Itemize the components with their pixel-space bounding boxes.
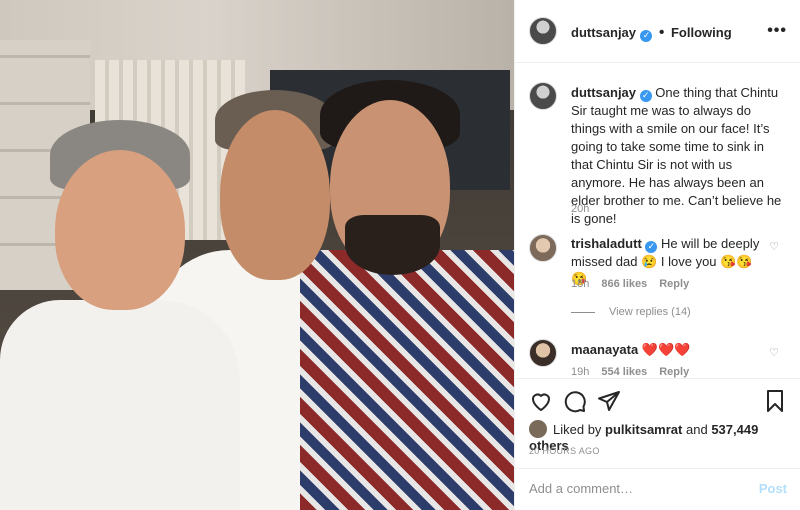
author-avatar[interactable] — [529, 17, 557, 45]
post-timestamp[interactable]: 20 HOURS AGO — [529, 446, 600, 456]
comment-like-heart-icon[interactable]: ♡ — [769, 346, 779, 359]
photo-person-right-shirt — [300, 250, 514, 510]
post-photo[interactable] — [0, 0, 514, 510]
photo-person-left-face — [55, 150, 185, 310]
photo-person-right-beard — [345, 215, 440, 275]
liker-username[interactable]: pulkitsamrat — [605, 422, 682, 437]
save-bookmark-icon[interactable] — [763, 389, 787, 413]
caption-text: One thing that Chintu Sir taught me was … — [571, 85, 782, 226]
comment-text: ❤️❤️❤️ — [641, 342, 691, 357]
add-comment-bar: Add a comment… Post — [515, 468, 800, 510]
comment-icon[interactable] — [563, 389, 587, 413]
caption: duttsanjay ✓ One thing that Chintu Sir t… — [571, 84, 787, 228]
post-side-panel: duttsanjay ✓ • Following ••• duttsanjay … — [514, 0, 800, 510]
view-replies-label: View replies (14) — [609, 306, 691, 318]
comment-username[interactable]: maanayata — [571, 342, 638, 357]
author-line: duttsanjay ✓ • Following — [571, 24, 732, 42]
post-actions — [515, 378, 800, 420]
comment-reply-button[interactable]: Reply — [659, 278, 689, 290]
comment-meta: 18h 866 likes Reply — [571, 278, 701, 290]
caption-username[interactable]: duttsanjay — [571, 85, 636, 100]
caption-time[interactable]: 20h — [571, 203, 589, 215]
liker-avatar[interactable] — [529, 420, 547, 438]
photo-person-middle-face — [220, 110, 330, 280]
add-comment-input[interactable]: Add a comment… — [529, 481, 633, 496]
post-header: duttsanjay ✓ • Following ••• — [515, 0, 800, 63]
comment-time[interactable]: 19h — [571, 366, 589, 378]
more-options-icon[interactable]: ••• — [767, 22, 787, 40]
verified-icon: ✓ — [645, 241, 658, 253]
post-button[interactable]: Post — [759, 481, 787, 496]
view-replies-line — [571, 311, 595, 313]
following-button[interactable]: Following — [671, 25, 732, 40]
comment-avatar[interactable] — [529, 234, 557, 262]
caption-avatar[interactable] — [529, 82, 557, 110]
comment-like-heart-icon[interactable]: ♡ — [769, 240, 779, 253]
verified-icon: ✓ — [640, 30, 653, 42]
share-icon[interactable] — [597, 389, 621, 413]
liked-by-prefix: Liked by — [553, 422, 602, 437]
comment-meta: 19h 554 likes Reply — [571, 366, 701, 378]
comment-likes[interactable]: 866 likes — [601, 278, 647, 290]
header-separator: • — [658, 24, 665, 41]
comment-likes[interactable]: 554 likes — [601, 366, 647, 378]
photo-person-left-shirt — [0, 300, 240, 510]
comments-section[interactable]: duttsanjay ✓ One thing that Chintu Sir t… — [515, 64, 800, 378]
view-replies-button[interactable]: View replies (14) — [571, 306, 691, 318]
comment-avatar[interactable] — [529, 339, 557, 367]
comment-time[interactable]: 18h — [571, 278, 589, 290]
like-heart-icon[interactable] — [529, 389, 553, 413]
comment-username[interactable]: trishaladutt — [571, 236, 642, 251]
comment-reply-button[interactable]: Reply — [659, 366, 689, 378]
liked-by-connector: and — [685, 422, 708, 437]
author-username[interactable]: duttsanjay — [571, 25, 636, 40]
comment-item: maanayata ❤️❤️❤️ — [571, 341, 767, 358]
verified-icon: ✓ — [639, 90, 652, 102]
